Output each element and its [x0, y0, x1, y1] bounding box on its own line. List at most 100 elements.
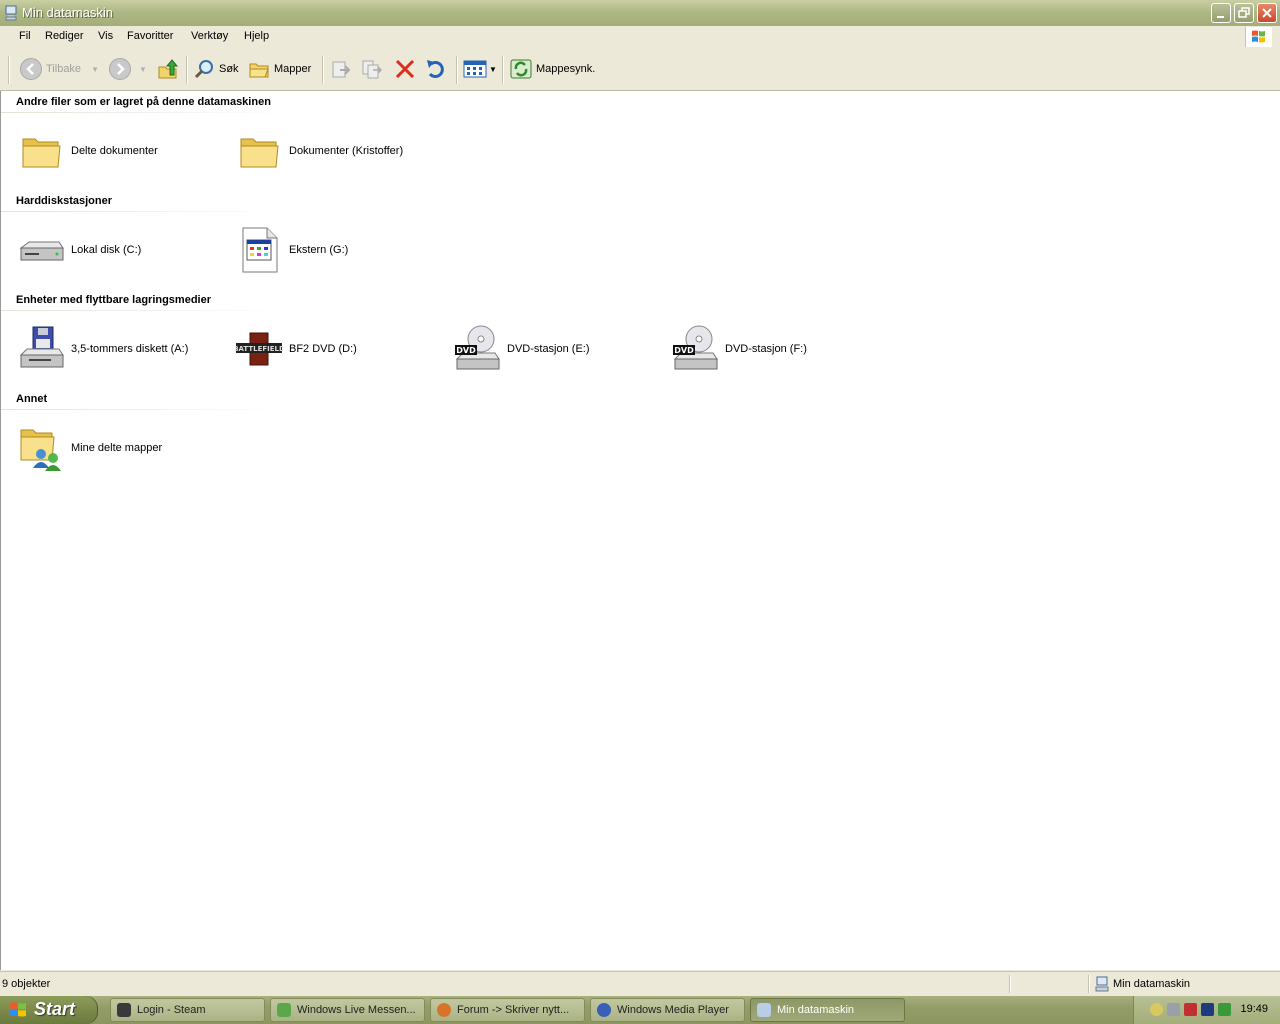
folders-icon: [249, 63, 269, 78]
menu-file[interactable]: Fil: [19, 30, 31, 42]
toolbar-separator: [186, 56, 188, 84]
restore-button[interactable]: [1234, 3, 1254, 23]
status-bar: 9 objekter Min datamaskin: [0, 971, 1280, 997]
item-external-g[interactable]: Ekstern (G:): [235, 226, 348, 274]
status-object-count: 9 objekter: [2, 978, 51, 990]
svg-text:BATTLEFIELD: BATTLEFIELD: [235, 345, 283, 353]
item-dvd-f[interactable]: DVD DVD-stasjon (F:): [671, 325, 807, 373]
steam-icon: [117, 1003, 131, 1017]
messenger-icon: [277, 1003, 291, 1017]
folder-sync-button[interactable]: Mappesynk.: [510, 57, 595, 81]
menu-help[interactable]: Hjelp: [244, 30, 269, 42]
menu-view[interactable]: Vis: [98, 30, 113, 42]
delete-button[interactable]: [394, 57, 416, 81]
folder-sync-icon: [510, 59, 532, 79]
move-to-button[interactable]: [330, 57, 352, 81]
start-button[interactable]: Start: [0, 996, 98, 1024]
toolbar-grip: [8, 56, 10, 84]
up-folder-button[interactable]: [157, 57, 179, 81]
tray-shield-icon[interactable]: [1184, 1003, 1197, 1016]
back-arrow-icon: [20, 58, 42, 80]
group-divider: [1, 310, 291, 311]
undo-icon: [427, 60, 444, 78]
title-bar[interactable]: Min datamaskin: [0, 0, 1280, 26]
undo-button[interactable]: [425, 57, 447, 81]
item-label: Delte dokumenter: [71, 145, 158, 157]
back-button[interactable]: Tilbake ▼: [20, 57, 99, 81]
dvd-drive-icon: DVD: [455, 325, 500, 370]
system-tray: 19:49: [1133, 996, 1280, 1024]
start-label: Start: [34, 999, 76, 1019]
task-label: Windows Live Messen...: [297, 1004, 416, 1016]
back-label: Tilbake: [46, 63, 82, 75]
menu-edit[interactable]: Rediger: [45, 30, 84, 42]
item-label: DVD-stasjon (F:): [725, 343, 807, 355]
menu-tools[interactable]: Verktøy: [191, 30, 228, 42]
close-icon: [1262, 8, 1272, 18]
close-button[interactable]: [1257, 3, 1277, 23]
menu-favorites[interactable]: Favoritter: [127, 30, 173, 42]
item-bf2-dvd-d[interactable]: BATTLEFIELD BF2 DVD (D:): [235, 325, 357, 373]
file-view[interactable]: Andre filer som er lagret på denne datam…: [0, 91, 1280, 970]
forward-arrow-icon: [109, 58, 131, 80]
computer-icon: [1095, 976, 1109, 992]
item-local-disk-c[interactable]: Lokal disk (C:): [17, 226, 141, 274]
task-label: Forum -> Skriver nytt...: [457, 1004, 570, 1016]
toolbar-separator: [502, 56, 504, 84]
item-label: 3,5-tommers diskett (A:): [71, 343, 189, 355]
up-folder-icon: [158, 59, 179, 79]
task-my-computer[interactable]: Min datamaskin: [750, 998, 905, 1022]
group-header-other: Annet: [16, 393, 48, 405]
item-shared-documents[interactable]: Delte dokumenter: [17, 127, 158, 175]
taskbar: Start Login - Steam Windows Live Messen.…: [0, 996, 1280, 1024]
group-header-other-files: Andre filer som er lagret på denne datam…: [16, 96, 271, 108]
back-dropdown-icon[interactable]: ▼: [91, 65, 99, 74]
minimize-icon: [1217, 16, 1224, 18]
task-firefox[interactable]: Forum -> Skriver nytt...: [430, 998, 585, 1022]
forward-button[interactable]: ▼: [109, 57, 147, 81]
status-location: Min datamaskin: [1113, 978, 1191, 990]
status-divider: [1088, 975, 1090, 993]
item-label: Dokumenter (Kristoffer): [289, 145, 404, 157]
task-steam[interactable]: Login - Steam: [110, 998, 265, 1022]
toolbar-separator: [456, 56, 458, 84]
tray-user-icon[interactable]: [1167, 1003, 1180, 1016]
search-button[interactable]: Søk: [193, 57, 239, 81]
toolbar-separator: [322, 56, 324, 84]
folders-button[interactable]: Mapper: [248, 57, 311, 81]
task-label: Login - Steam: [137, 1004, 206, 1016]
status-divider: [1009, 975, 1011, 993]
views-button[interactable]: ▼: [463, 57, 497, 81]
task-messenger[interactable]: Windows Live Messen...: [270, 998, 425, 1022]
item-label: BF2 DVD (D:): [289, 343, 357, 355]
task-label: Min datamaskin: [777, 1004, 855, 1016]
item-floppy-a[interactable]: 3,5-tommers diskett (A:): [17, 325, 188, 373]
copy-to-button[interactable]: [361, 57, 383, 81]
windows-logo-icon: [1245, 27, 1272, 47]
computer-icon: [757, 1003, 771, 1017]
tray-app-icon[interactable]: [1201, 1003, 1214, 1016]
document-icon: [242, 227, 278, 273]
item-my-shared-folders[interactable]: Mine delte mapper: [17, 424, 162, 472]
item-dvd-e[interactable]: DVD DVD-stasjon (E:): [453, 325, 590, 373]
minimize-button[interactable]: [1211, 3, 1231, 23]
group-divider: [1, 409, 291, 410]
media-player-icon: [597, 1003, 611, 1017]
search-icon: [194, 60, 213, 79]
forward-dropdown-icon[interactable]: ▼: [139, 65, 147, 74]
folder-icon: [22, 138, 61, 168]
window-title: Min datamaskin: [22, 5, 114, 20]
folder-icon: [240, 138, 279, 168]
item-label: DVD-stasjon (E:): [507, 343, 590, 355]
item-my-documents[interactable]: Dokumenter (Kristoffer): [235, 127, 403, 175]
shared-folder-icon: [20, 429, 61, 471]
tray-network-icon[interactable]: [1218, 1003, 1231, 1016]
firefox-icon: [437, 1003, 451, 1017]
folders-label: Mapper: [274, 63, 312, 75]
views-dropdown-icon[interactable]: ▼: [489, 65, 497, 74]
tray-sun-icon[interactable]: [1150, 1003, 1163, 1016]
group-header-hard-drives: Harddiskstasjoner: [16, 195, 112, 207]
task-media-player[interactable]: Windows Media Player: [590, 998, 745, 1022]
move-to-icon: [332, 61, 351, 78]
group-header-removable-storage: Enheter med flyttbare lagringsmedier: [16, 294, 211, 306]
